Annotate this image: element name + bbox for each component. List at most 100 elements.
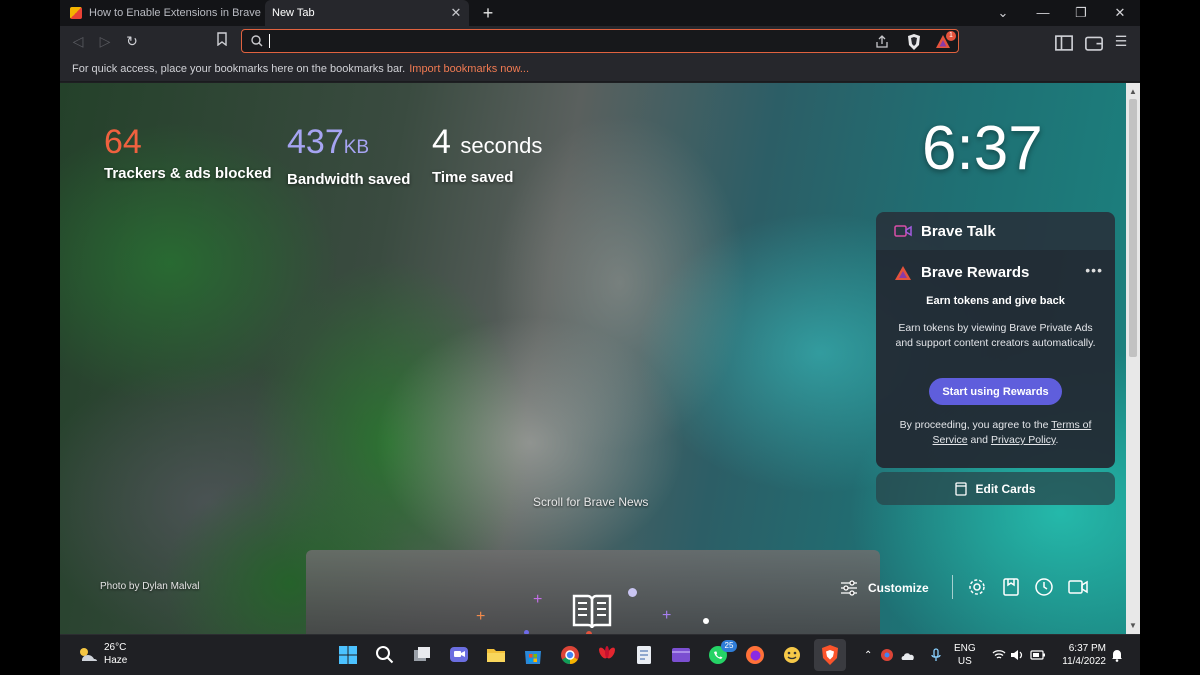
more-options-icon[interactable]: ••• [1085,262,1103,278]
weather-widget[interactable]: 26°C Haze [76,641,127,667]
onedrive-cloud-icon[interactable] [900,649,916,661]
stat-bandwidth-saved: 437KB Bandwidth saved [287,123,410,188]
wallet-icon[interactable] [1084,33,1104,53]
new-tab-page: 64 Trackers & ads blocked 437KB Bandwidt… [60,83,1126,634]
microphone-icon[interactable] [930,648,942,662]
start-using-rewards-button[interactable]: Start using Rewards [929,378,1062,405]
edit-cards-label: Edit Cards [975,481,1036,496]
brave-browser-icon[interactable] [819,644,841,666]
search-icon [251,35,263,47]
bandwidth-label: Bandwidth saved [287,171,411,188]
wifi-icon[interactable] [992,649,1006,661]
privacy-policy-link[interactable]: Privacy Policy [991,434,1056,446]
customize-label: Customize [868,581,929,595]
tab-strip: How to Enable Extensions in Brave Inc Ne… [60,0,1140,26]
taskbar-clock[interactable]: 6:37 PM 11/4/2022 [1058,642,1106,668]
page-scrollbar[interactable]: ▲ ▼ [1126,83,1140,634]
input-language[interactable]: ENG US [954,642,976,668]
sparkle-icon: + [533,591,543,608]
file-explorer-icon[interactable] [485,644,507,666]
battery-icon[interactable] [1030,650,1046,660]
address-input[interactable] [268,32,828,50]
sidebar-toggle-icon[interactable] [1054,33,1074,53]
time-value: 4 [432,123,451,161]
weather-desc: Haze [104,655,128,666]
edit-cards-icon [955,481,968,496]
sparkle-dot [628,588,637,597]
restore-button[interactable]: ❐ [1070,3,1092,23]
haze-weather-icon [80,648,97,661]
rewards-description: Earn tokens by viewing Brave Private Ads… [895,322,1096,349]
weather-temp: 26°C [104,642,127,653]
stat-time-saved: 4 seconds Time saved [432,123,542,186]
chrome-icon[interactable] [559,644,581,666]
taskbar: 26°C Haze 25 ⌃ ENG US 6:37 PM 11/4/2022 [60,634,1140,675]
bookmark-icon [217,32,227,47]
bookmarks-icon[interactable] [1000,576,1022,598]
photo-credit[interactable]: Photo by Dylan Malval [100,581,200,592]
address-bar[interactable]: 1 [241,29,959,53]
new-tab-button[interactable]: + [478,3,498,23]
chrome-tray-icon[interactable] [880,648,894,662]
forward-button[interactable]: ▷ [95,31,115,51]
rewards-legal-text: By proceeding, you agree to the Terms of… [899,419,1092,446]
brave-rewards-card: Brave Rewards ••• Earn tokens and give b… [876,250,1115,468]
back-button[interactable]: ◁ [68,31,88,51]
clock: 6:37 [922,114,1043,183]
edit-cards-button[interactable]: Edit Cards [876,472,1115,505]
sparkle-icon: + [476,608,486,625]
brave-news-peek[interactable]: + + + [306,550,880,634]
video-editor-icon[interactable] [670,644,692,666]
brave-talk-video-icon[interactable] [1067,576,1089,598]
brave-rewards-logo-icon [895,265,911,280]
history-icon[interactable] [1033,576,1055,598]
bandwidth-unit: KB [343,137,370,158]
task-view-icon[interactable] [411,644,433,666]
stat-trackers-blocked: 64 Trackers & ads blocked [104,123,272,182]
notepad-icon[interactable] [633,644,655,666]
character-app-icon[interactable] [781,644,803,666]
notifications-bell-icon[interactable] [1110,648,1124,662]
time-label: Time saved [432,169,514,186]
customize-button[interactable]: Customize [840,576,929,600]
microsoft-store-icon[interactable] [522,644,544,666]
search-icon[interactable] [374,644,396,666]
scroll-down-icon[interactable]: ▼ [1126,619,1140,633]
whatsapp-badge: 25 [721,640,737,652]
sparkle-dot [703,618,709,624]
firefox-icon[interactable] [744,644,766,666]
volume-icon[interactable] [1010,649,1024,661]
reload-button[interactable]: ↻ [122,31,142,51]
main-menu-button[interactable]: ☰ [1111,31,1131,51]
minimize-button[interactable]: — [1032,3,1054,23]
bandwidth-value: 437 [287,123,344,161]
video-camera-icon [894,225,912,237]
bookmarks-hint: For quick access, place your bookmarks h… [72,62,406,75]
huawei-icon[interactable] [596,644,618,666]
rewards-subtitle: Earn tokens and give back [926,295,1065,307]
brave-shields-icon[interactable] [905,33,923,51]
share-icon[interactable] [873,33,891,51]
brave-talk-title: Brave Talk [921,222,996,240]
trackers-label: Trackers & ads blocked [104,165,272,182]
bookmark-button[interactable] [212,31,232,51]
brave-rewards-title: Brave Rewards [921,264,1030,281]
tab-search-chevron-down-icon[interactable]: ⌄ [992,3,1014,23]
screen: How to Enable Extensions in Brave Inc Ne… [60,0,1140,675]
sliders-icon [841,580,857,596]
scroll-up-icon[interactable]: ▲ [1126,85,1140,99]
settings-gear-icon[interactable] [966,576,988,598]
close-window-button[interactable]: ✕ [1109,3,1131,23]
close-tab-icon[interactable]: ✕ [449,6,463,20]
trackers-count: 64 [104,123,142,161]
brave-news-book-icon [572,594,612,629]
teams-chat-icon[interactable] [448,644,470,666]
windows-start-icon[interactable] [337,644,359,666]
brave-talk-card[interactable]: Brave Talk [876,212,1115,250]
tab-how-to-enable-extensions[interactable]: How to Enable Extensions in Brave Inc [60,0,265,26]
chevron-up-icon[interactable]: ⌃ [864,650,872,661]
tab-new-tab[interactable]: New Tab ✕ [265,0,469,26]
import-bookmarks-link[interactable]: Import bookmarks now... [409,63,529,75]
scroll-thumb[interactable] [1129,99,1137,357]
scroll-for-brave-news[interactable]: Scroll for Brave News [533,495,648,509]
